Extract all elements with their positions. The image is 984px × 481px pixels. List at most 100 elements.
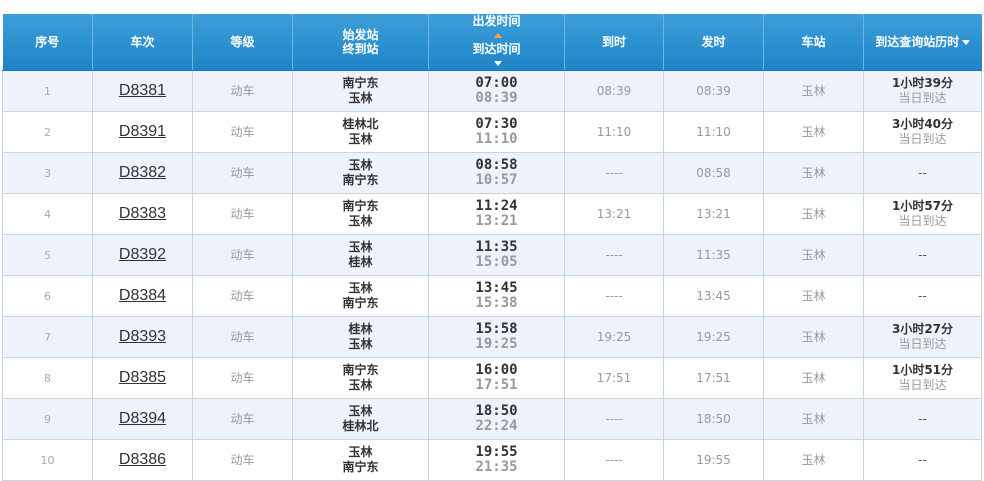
duration-note: 当日到达 [898,132,947,146]
duration-value: 1小时39分 [891,76,954,90]
header-arrive: 到时 [564,14,664,71]
cell-seq: 9 [2,398,93,440]
cell-duration: 1小时51分 当日到达 [863,357,982,399]
cell-grade: 动车 [192,70,293,112]
grade-value: 动车 [230,452,255,467]
header-times[interactable]: 出发时间 到达时间 [428,14,565,71]
depart-value: 11:10 [696,124,731,139]
cell-train: D8393 [92,316,193,358]
seq-value: 8 [44,371,51,385]
arrive-value: 08:39 [596,83,632,98]
train-number-link[interactable]: D8381 [119,82,166,99]
start-station: 玉林 [348,240,373,254]
cell-train: D8382 [92,152,193,194]
cell-seq: 7 [2,316,93,358]
cell-duration: 3小时40分 当日到达 [863,111,982,153]
end-station: 南宁东 [342,173,379,187]
cell-duration: -- [863,234,982,276]
cell-stop: 玉林 [763,70,864,112]
sort-down-icon[interactable] [962,40,971,45]
departure-time: 15:58 [475,321,518,337]
cell-stop: 玉林 [763,193,864,235]
seq-value: 10 [40,453,55,467]
grade-value: 动车 [230,329,255,344]
arrival-time: 21:35 [475,459,518,475]
duration-value: 1小时57分 [891,199,954,213]
seq-value: 7 [44,330,51,344]
cell-duration: 1小时39分 当日到达 [863,70,982,112]
cell-stop: 玉林 [763,316,864,358]
depart-value: 08:39 [696,83,731,98]
cell-stations: 桂林北 玉林 [292,111,429,153]
cell-stations: 桂林 玉林 [292,316,429,358]
header-dep-time: 出发时间 [472,14,521,28]
cell-train: D8392 [92,234,193,276]
end-station: 玉林 [348,214,373,228]
seq-value: 3 [44,166,51,180]
header-arr-time-sort[interactable]: 到达时间 [429,42,564,70]
cell-stop: 玉林 [763,111,864,153]
table-row: 7 D8393 动车 桂林 玉林 15:58 19:25 19:25 19:25… [2,316,982,358]
duration-value: 1小时51分 [891,363,954,377]
end-station: 桂林 [348,255,373,269]
cell-times: 08:58 10:57 [428,152,565,194]
table-body: 1 D8381 动车 南宁东 玉林 07:00 08:39 08:39 08:3… [2,70,982,481]
sort-down-icon[interactable] [494,61,502,66]
grade-value: 动车 [230,247,255,262]
cell-times: 18:50 22:24 [428,398,565,440]
cell-duration: -- [863,152,982,194]
cell-times: 15:58 19:25 [428,316,565,358]
arrive-value: ---- [605,165,623,180]
cell-grade: 动车 [192,152,293,194]
cell-train: D8385 [92,357,193,399]
header-duration: 到达查询站历时 [875,35,960,49]
start-station: 玉林 [348,445,373,459]
table-row: 10 D8386 动车 玉林 南宁东 19:55 21:35 ---- 19:5… [2,439,982,481]
train-number-link[interactable]: D8384 [119,287,166,304]
grade-value: 动车 [230,411,255,426]
train-number-link[interactable]: D8385 [119,369,166,386]
header-duration-sort[interactable]: 到达查询站历时 [863,14,982,71]
cell-stop: 玉林 [763,152,864,194]
arrive-value: ---- [605,411,623,426]
start-station: 桂林北 [342,117,379,131]
cell-train: D8381 [92,70,193,112]
duration-value: -- [918,411,927,426]
cell-times: 07:00 08:39 [428,70,565,112]
duration-note: 当日到达 [898,214,947,228]
grade-value: 动车 [230,288,255,303]
table-row: 1 D8381 动车 南宁东 玉林 07:00 08:39 08:39 08:3… [2,70,982,112]
header-dep-time-sort[interactable]: 出发时间 [429,14,564,42]
train-number-link[interactable]: D8394 [119,410,166,427]
cell-times: 07:30 11:10 [428,111,565,153]
train-number-link[interactable]: D8382 [119,164,166,181]
table-row: 8 D8385 动车 南宁东 玉林 16:00 17:51 17:51 17:5… [2,357,982,399]
depart-value: 08:58 [696,165,731,180]
depart-value: 13:21 [696,206,731,221]
train-number-link[interactable]: D8391 [119,123,166,140]
cell-depart: 17:51 [663,357,764,399]
table-row: 2 D8391 动车 桂林北 玉林 07:30 11:10 11:10 11:1… [2,111,982,153]
arrival-time: 22:24 [475,418,518,434]
stop-value: 玉林 [801,165,826,180]
end-station: 玉林 [348,337,373,351]
cell-stations: 玉林 南宁东 [292,275,429,317]
arrive-value: ---- [605,452,623,467]
start-station: 南宁东 [342,76,379,90]
train-number-link[interactable]: D8383 [119,205,166,222]
start-station: 南宁东 [342,199,379,213]
cell-stop: 玉林 [763,357,864,399]
train-number-link[interactable]: D8392 [119,246,166,263]
duration-value: -- [918,288,927,303]
train-number-link[interactable]: D8393 [119,328,166,345]
cell-stations: 玉林 南宁东 [292,152,429,194]
cell-seq: 6 [2,275,93,317]
train-number-link[interactable]: D8386 [119,451,166,468]
header-station-start: 始发站 [342,28,379,42]
end-station: 南宁东 [342,296,379,310]
duration-note: 当日到达 [898,337,947,351]
seq-value: 9 [44,412,51,426]
seq-value: 5 [44,248,51,262]
cell-times: 11:35 15:05 [428,234,565,276]
sort-up-icon[interactable] [494,33,502,38]
